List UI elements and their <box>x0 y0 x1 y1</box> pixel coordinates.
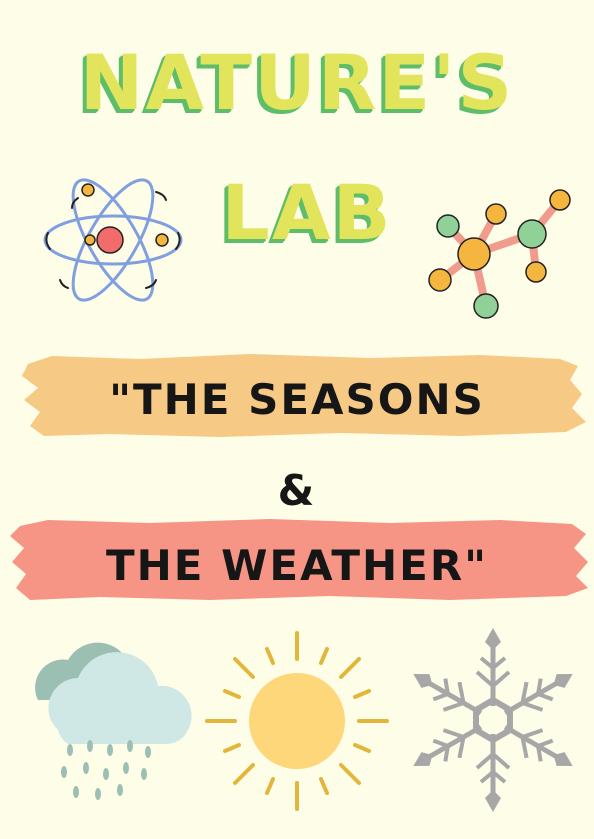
sun-icon <box>205 631 389 811</box>
snowflake-icon <box>408 628 578 813</box>
subtitle-ampersand: & <box>277 466 317 515</box>
subtitle-line-1: "THE SEASONS <box>109 375 485 424</box>
subtitle-line-2: THE WEATHER" <box>105 541 489 590</box>
molecule-icon <box>428 189 571 319</box>
page-title-line-1: NATURE'S <box>79 38 515 127</box>
rain-cloud-icon <box>35 642 192 800</box>
atom-icon <box>43 178 183 302</box>
